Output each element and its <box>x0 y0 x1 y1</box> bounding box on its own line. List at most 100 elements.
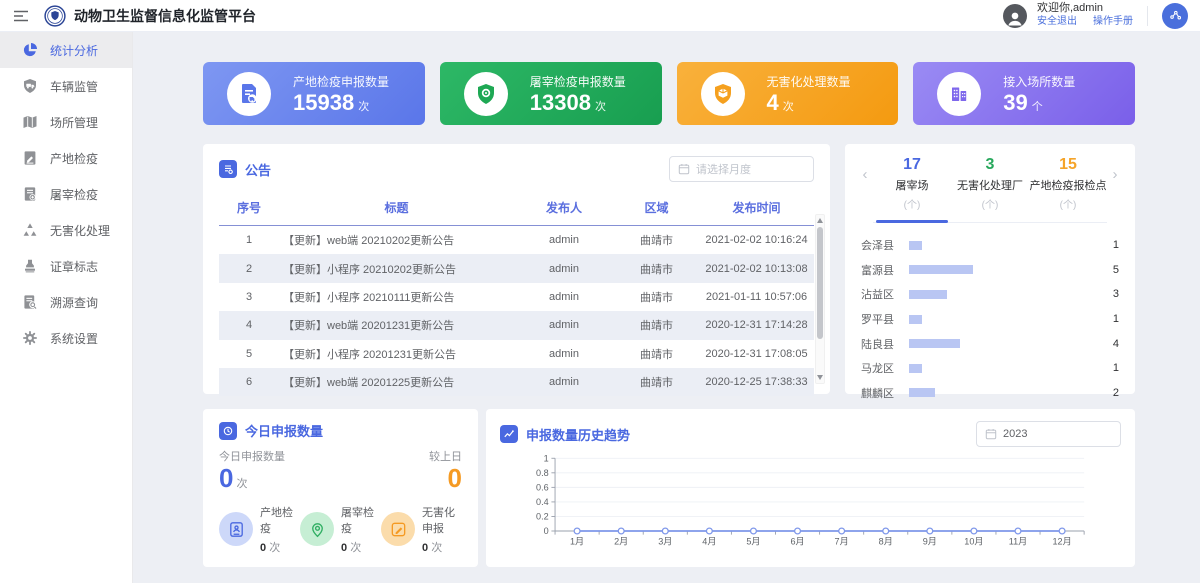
svg-text:7月: 7月 <box>835 537 849 547</box>
facility-bar-label: 沾益区 <box>861 286 909 302</box>
sidebar-item-label: 统计分析 <box>50 42 98 59</box>
top-header: 动物卫生监督信息化监管平台 欢迎你,admin 安全退出 操作手册 <box>0 0 1200 32</box>
table-row[interactable]: 3【更新】小程序 20210111更新公告admin曲靖市2021-01-11 … <box>219 283 814 311</box>
gear-icon <box>22 330 38 346</box>
svg-text:0.4: 0.4 <box>536 497 549 507</box>
facility-bar-chart: 会泽县 1 富源县 5 沾益区 3 罗平县 1 陆良县 4 马龙区 <box>857 233 1123 405</box>
year-picker-input[interactable]: 2023 <box>976 421 1121 447</box>
facility-bar <box>909 339 960 348</box>
stat-cards-row: 产地检疫申报数量 15938次 屠宰检疫申报数量 13308次 无害化处理数量 … <box>203 62 1135 125</box>
table-row[interactable]: 1【更新】web端 20210202更新公告admin曲靖市2021-02-02… <box>219 226 814 254</box>
column-header-1: 序号 <box>219 199 279 216</box>
header-divider <box>1147 6 1148 26</box>
share-button[interactable] <box>1162 3 1188 29</box>
calendar-icon <box>985 428 997 440</box>
vehicle-shield-icon <box>22 78 38 94</box>
sidebar-item-1[interactable]: 统计分析 <box>0 32 132 68</box>
today-item-value: 0 次 <box>341 539 381 555</box>
main-content: 产地检疫申报数量 15938次 屠宰检疫申报数量 13308次 无害化处理数量 … <box>133 32 1200 583</box>
manual-link[interactable]: 操作手册 <box>1093 16 1133 29</box>
facility-tab-2[interactable]: 3 无害化处理厂 (个) <box>951 156 1029 211</box>
stat-card-1: 产地检疫申报数量 15938次 <box>203 62 425 125</box>
sidebar-item-5[interactable]: 屠宰检疫 <box>0 176 132 212</box>
stat-card-label: 无害化处理数量 <box>767 73 851 90</box>
facility-bar <box>909 364 922 373</box>
sidebar-item-label: 屠宰检疫 <box>50 186 98 203</box>
facility-bar-value: 2 <box>1101 387 1119 399</box>
facility-tab-value: 3 <box>951 156 1029 174</box>
table-row[interactable]: 4【更新】web端 20201231更新公告admin曲靖市2020-12-31… <box>219 311 814 339</box>
page-title: 动物卫生监督信息化监管平台 <box>74 6 256 26</box>
recycle-icon <box>22 222 38 238</box>
hamburger-menu-icon[interactable] <box>12 7 30 25</box>
table-scrollbar[interactable] <box>815 214 825 384</box>
sidebar-item-7[interactable]: 证章标志 <box>0 248 132 284</box>
sidebar-item-3[interactable]: 场所管理 <box>0 104 132 140</box>
sidebar-item-label: 产地检疫 <box>50 150 98 167</box>
sidebar-item-label: 无害化处理 <box>50 222 110 239</box>
column-header-4: 区域 <box>614 199 699 216</box>
facility-tab-label: 产地检疫报检点 <box>1029 177 1107 193</box>
sidebar-item-2[interactable]: 车辆监管 <box>0 68 132 104</box>
stat-card-value: 13308次 <box>530 92 626 114</box>
table-row[interactable]: 2【更新】小程序 20210202更新公告admin曲靖市2021-02-02 … <box>219 254 814 282</box>
svg-text:4月: 4月 <box>702 537 716 547</box>
svg-text:3月: 3月 <box>658 537 672 547</box>
facility-tab-indicator-slot <box>1029 219 1107 222</box>
table-row[interactable]: 6【更新】web端 20201225更新公告admin曲靖市2020-12-25… <box>219 368 814 396</box>
id-doc-icon <box>219 512 253 546</box>
facility-bar-row: 沾益区 3 <box>861 282 1119 307</box>
today-compare-label: 较上日 <box>429 448 462 464</box>
svg-text:12月: 12月 <box>1052 537 1071 547</box>
today-items-row: 产地检疫 0 次 屠宰检疫 0 次 无害化申报 0 次 <box>219 504 462 555</box>
facility-bar-value: 5 <box>1101 264 1119 276</box>
sidebar-item-8[interactable]: 溯源查询 <box>0 284 132 320</box>
facility-tab-label: 无害化处理厂 <box>951 177 1029 193</box>
carousel-prev-icon[interactable]: ‹ <box>857 166 873 183</box>
facility-stats-panel: ‹ 17 屠宰场 (个) 3 无害化处理厂 (个) 15 产地检疫报检点 (个)… <box>845 144 1135 394</box>
avatar[interactable] <box>1003 4 1027 28</box>
facility-tab-indicator-slot <box>873 219 951 222</box>
facility-tab-unit: (个) <box>873 196 951 211</box>
stat-card-4: 接入场所数量 39个 <box>913 62 1135 125</box>
trend-line-icon <box>500 425 518 443</box>
scrollbar-down-arrow[interactable] <box>817 375 823 380</box>
facility-bar-track <box>909 339 1101 348</box>
facility-bar <box>909 388 935 397</box>
sidebar-item-9[interactable]: 系统设置 <box>0 320 132 356</box>
svg-text:1月: 1月 <box>570 537 584 547</box>
svg-text:6月: 6月 <box>790 537 804 547</box>
facility-tab-1[interactable]: 17 屠宰场 (个) <box>873 156 951 211</box>
stat-card-label: 接入场所数量 <box>1003 73 1075 90</box>
month-picker-input[interactable]: 请选择月度 <box>669 156 814 182</box>
logout-link[interactable]: 安全退出 <box>1037 16 1077 29</box>
scrollbar-thumb[interactable] <box>817 227 823 339</box>
app-logo-icon <box>44 5 66 27</box>
svg-text:0.2: 0.2 <box>536 512 549 522</box>
carousel-next-icon[interactable]: › <box>1107 166 1123 183</box>
facility-tab-indicator-slot <box>951 219 1029 222</box>
facility-bar-track <box>909 315 1101 324</box>
facility-tab-3[interactable]: 15 产地检疫报检点 (个) <box>1029 156 1107 211</box>
facility-bar-label: 罗平县 <box>861 311 909 327</box>
doc-search-icon <box>22 294 38 310</box>
table-body: 1【更新】web端 20210202更新公告admin曲靖市2021-02-02… <box>219 226 814 396</box>
announcements-title: 公告 <box>245 160 271 179</box>
facility-bar-value: 1 <box>1101 313 1119 325</box>
facility-bar-row: 马龙区 1 <box>861 356 1119 381</box>
svg-text:10月: 10月 <box>964 537 983 547</box>
scrollbar-up-arrow[interactable] <box>817 218 823 223</box>
table-row[interactable]: 5【更新】小程序 20201231更新公告admin曲靖市2020-12-31 … <box>219 340 814 368</box>
sidebar-item-6[interactable]: 无害化处理 <box>0 212 132 248</box>
facility-bar <box>909 265 973 274</box>
facility-bar-value: 4 <box>1101 338 1119 350</box>
facility-tabs-underline <box>873 219 1107 223</box>
year-picker-value: 2023 <box>1003 428 1027 440</box>
doc-badge-icon <box>22 186 38 202</box>
svg-text:8月: 8月 <box>879 537 893 547</box>
sidebar-item-4[interactable]: 产地检疫 <box>0 140 132 176</box>
shield-box-icon <box>701 72 745 116</box>
column-header-5: 发布时间 <box>699 199 814 216</box>
svg-text:1: 1 <box>544 453 549 463</box>
today-total-value: 0次 <box>219 464 285 494</box>
